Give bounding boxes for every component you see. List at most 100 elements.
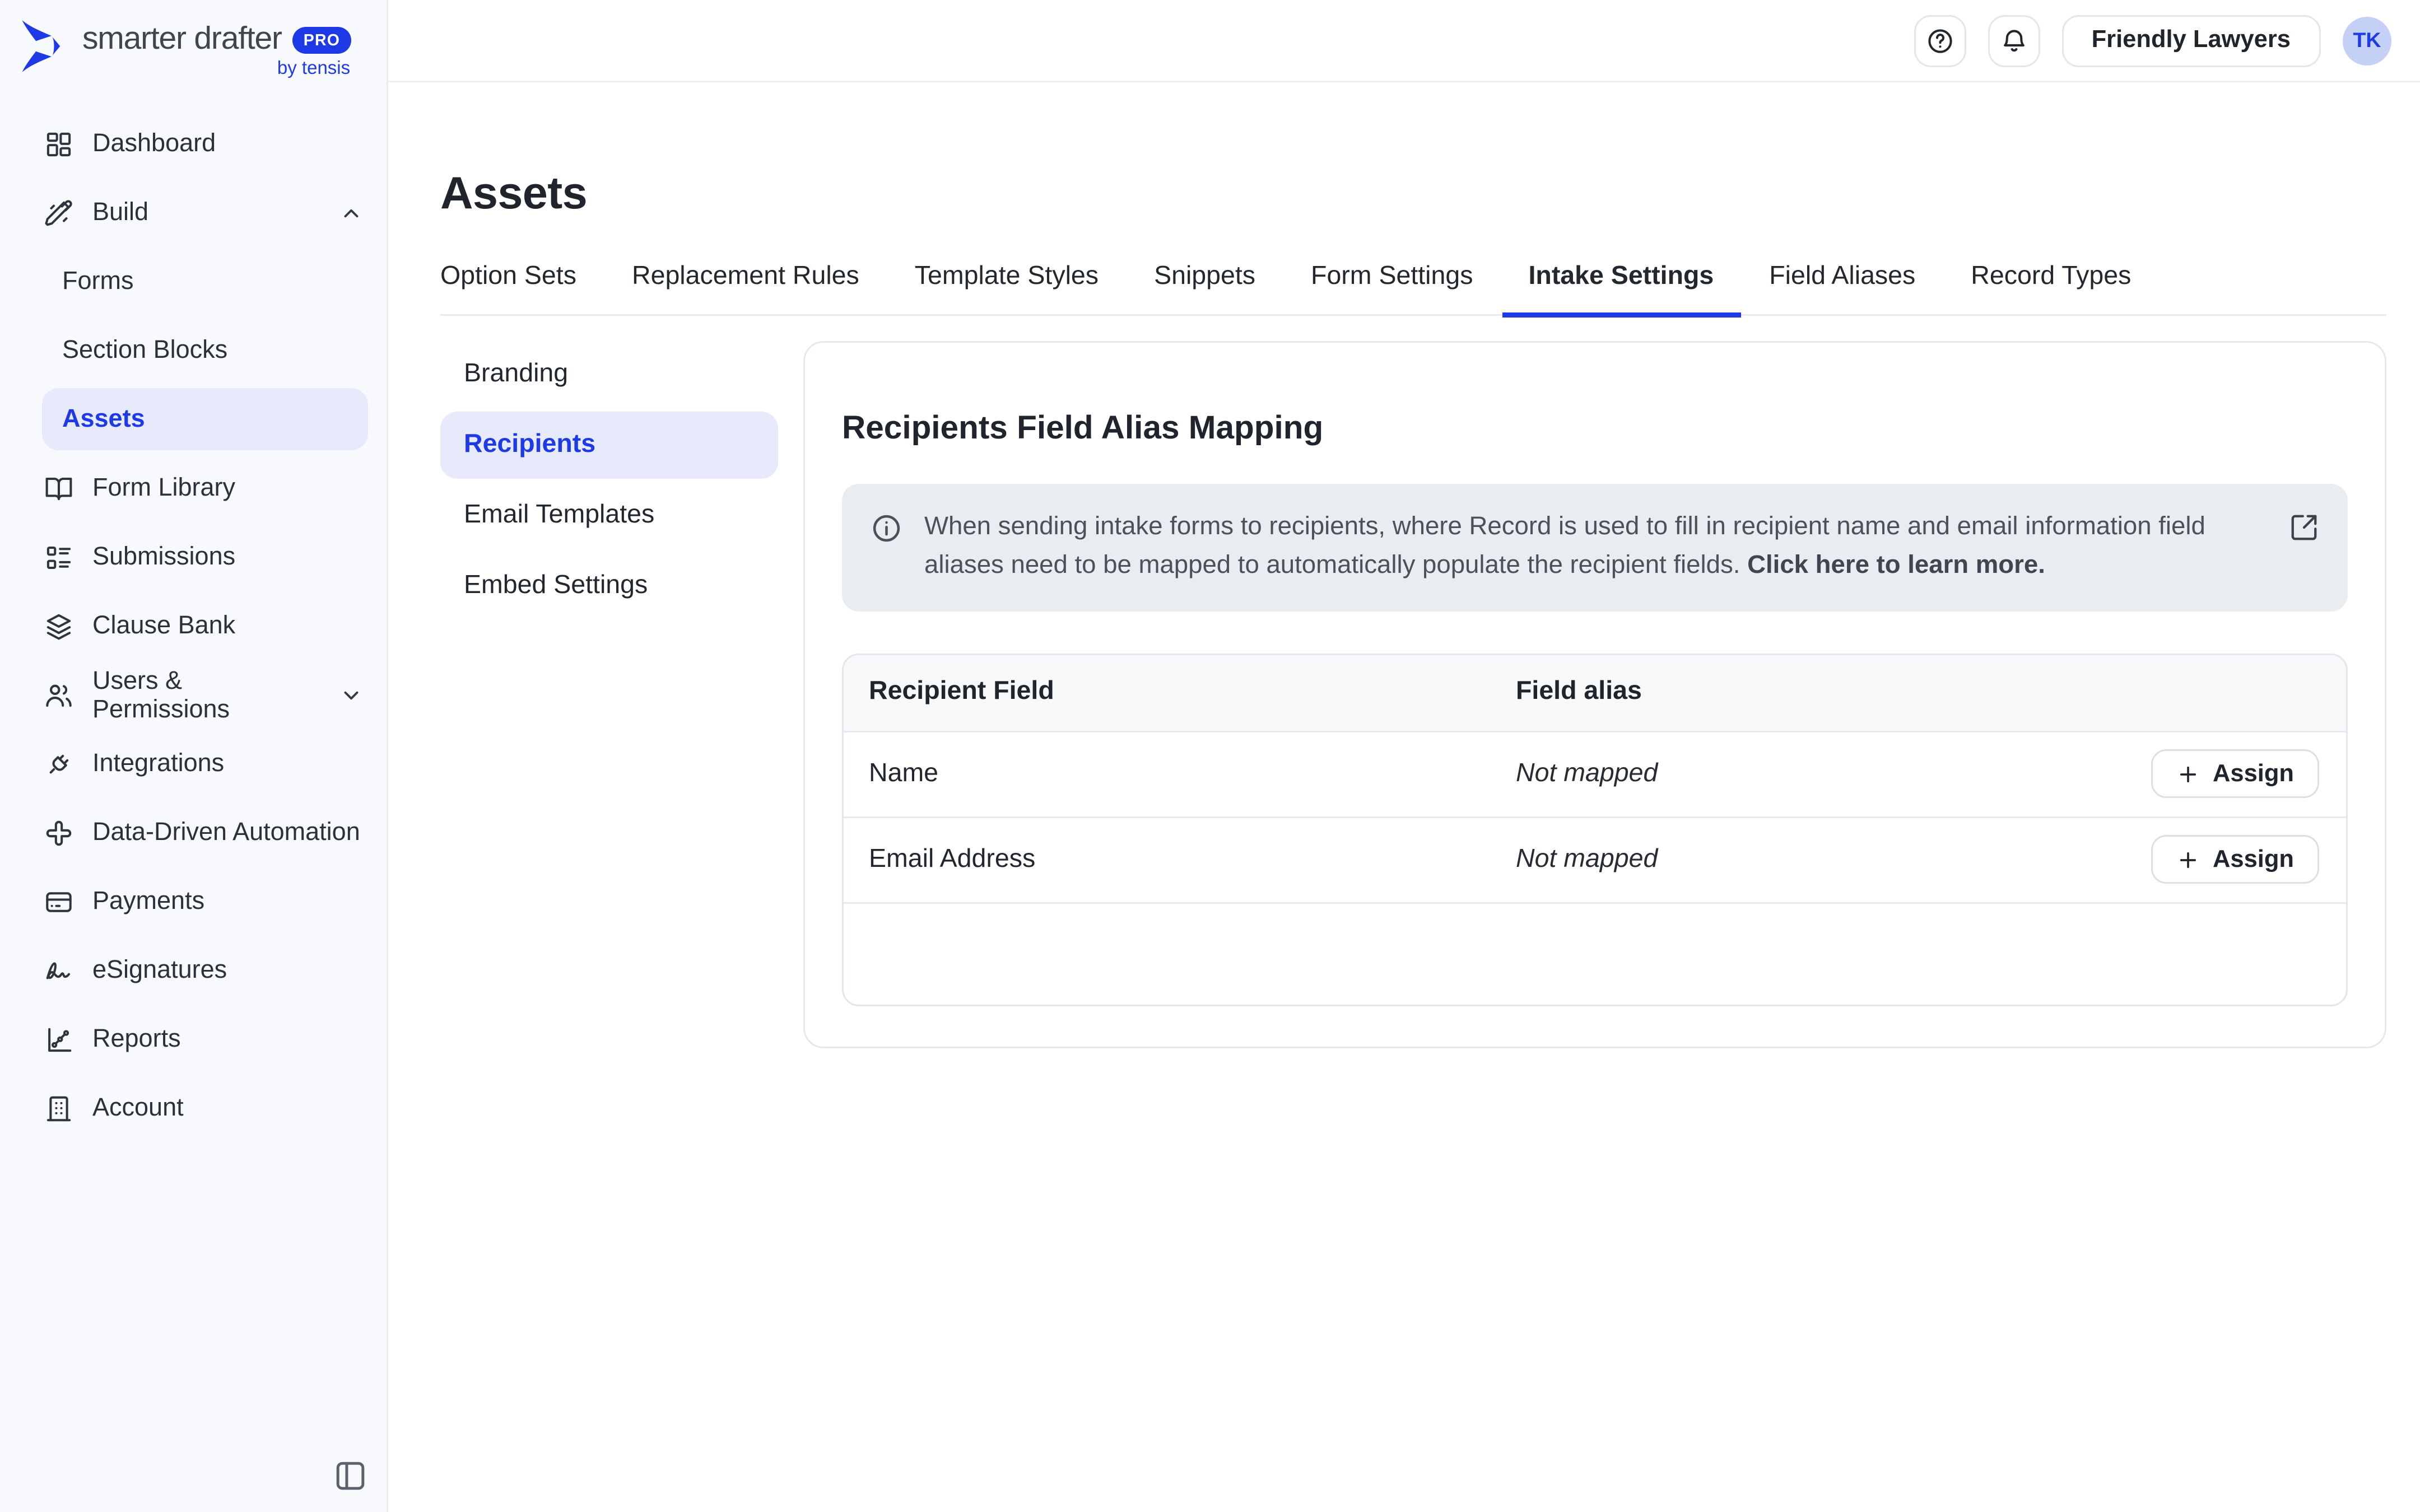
learn-more-link[interactable]: Click here to learn more. bbox=[1747, 551, 2045, 580]
info-icon bbox=[871, 513, 902, 545]
automation-icon bbox=[44, 818, 74, 848]
tab-intake-settings[interactable]: Intake Settings bbox=[1529, 262, 1714, 314]
sidebar-item-form-library[interactable]: Form Library bbox=[0, 454, 387, 522]
tab-option-sets[interactable]: Option Sets bbox=[440, 262, 576, 314]
sidebar-footer bbox=[0, 1458, 387, 1512]
sidebar-item-account[interactable]: Account bbox=[0, 1074, 387, 1142]
brand-name: smarter drafter bbox=[82, 22, 282, 59]
brand-byline: by tensis bbox=[277, 59, 350, 79]
sidebar-item-label: eSignatures bbox=[92, 956, 227, 984]
tab-template-styles[interactable]: Template Styles bbox=[915, 262, 1099, 314]
sidebar-item-forms[interactable]: Forms bbox=[42, 250, 368, 312]
table-empty-row bbox=[844, 904, 2346, 1005]
intake-settings-body: Branding Recipients Email Templates Embe… bbox=[440, 341, 2386, 1048]
alias-mapping-table: Recipient Field Field alias Name Not map… bbox=[842, 654, 2348, 1006]
sidebar-item-label: Form Library bbox=[92, 474, 235, 502]
table-row: Email Address Not mapped Assign bbox=[844, 818, 2346, 904]
build-icon bbox=[44, 198, 74, 228]
subnav-item-email-templates[interactable]: Email Templates bbox=[440, 482, 778, 549]
building-icon bbox=[44, 1093, 74, 1123]
users-icon bbox=[44, 680, 74, 710]
organization-button[interactable]: Friendly Lawyers bbox=[2061, 15, 2321, 67]
plus-icon bbox=[2176, 848, 2199, 872]
recipient-field-cell: Email Address bbox=[844, 845, 1516, 875]
tab-record-types[interactable]: Record Types bbox=[1971, 262, 2131, 314]
column-header-field-alias: Field alias bbox=[1516, 678, 2346, 708]
tab-replacement-rules[interactable]: Replacement Rules bbox=[632, 262, 859, 314]
avatar[interactable]: TK bbox=[2343, 16, 2391, 65]
sidebar-item-assets[interactable]: Assets bbox=[42, 388, 368, 450]
sidebar-item-payments[interactable]: Payments bbox=[0, 867, 387, 936]
app-window: smarter drafter PRO by tensis Dashboard … bbox=[0, 0, 2420, 1512]
assign-button[interactable]: Assign bbox=[2151, 750, 2319, 799]
table-header-row: Recipient Field Field alias bbox=[844, 655, 2346, 732]
sidebar-item-label: Payments bbox=[92, 887, 204, 916]
recipient-field-cell: Name bbox=[844, 759, 1516, 790]
sidebar-item-label: Dashboard bbox=[92, 129, 216, 158]
sidebar-item-label: Assets bbox=[62, 405, 145, 433]
field-alias-cell: Not mapped bbox=[1516, 759, 2151, 790]
tab-bar: Option Sets Replacement Rules Template S… bbox=[440, 262, 2386, 316]
notifications-button[interactable] bbox=[1988, 15, 2040, 67]
sidebar-item-label: Integrations bbox=[92, 749, 224, 778]
sidebar-item-label: Forms bbox=[62, 267, 134, 296]
assign-button-label: Assign bbox=[2213, 761, 2294, 788]
help-button[interactable] bbox=[1914, 15, 1966, 67]
list-icon bbox=[44, 542, 74, 572]
panel-left-icon[interactable] bbox=[333, 1458, 368, 1494]
card-title: Recipients Field Alias Mapping bbox=[842, 410, 2348, 449]
tab-form-settings[interactable]: Form Settings bbox=[1311, 262, 1473, 314]
page-title: Assets bbox=[440, 168, 2386, 220]
sidebar-item-label: Submissions bbox=[92, 543, 235, 571]
plus-icon bbox=[2176, 763, 2199, 786]
field-alias-cell: Not mapped bbox=[1516, 845, 2151, 875]
sidebar-item-data-driven-automation[interactable]: Data-Driven Automation bbox=[0, 798, 387, 867]
credit-card-icon bbox=[44, 886, 74, 917]
subnav-item-recipients[interactable]: Recipients bbox=[440, 412, 778, 479]
sidebar-item-submissions[interactable]: Submissions bbox=[0, 522, 387, 591]
sidebar-nav: Dashboard Build Forms Section Blocks Ass… bbox=[0, 109, 387, 1142]
main-area: Friendly Lawyers TK Assets Option Sets R… bbox=[388, 0, 2420, 1512]
sidebar-item-label: Reports bbox=[92, 1025, 181, 1053]
sidebar-item-label: Account bbox=[92, 1094, 184, 1122]
sidebar-item-reports[interactable]: Reports bbox=[0, 1005, 387, 1074]
sidebar-item-clause-bank[interactable]: Clause Bank bbox=[0, 591, 387, 660]
chart-icon bbox=[44, 1024, 74, 1054]
sidebar-item-dashboard[interactable]: Dashboard bbox=[0, 109, 387, 178]
row-action: Assign bbox=[2151, 750, 2346, 799]
plug-icon bbox=[44, 749, 74, 779]
dashboard-icon bbox=[44, 129, 74, 159]
chevron-up-icon[interactable] bbox=[339, 201, 363, 225]
sidebar-item-label: Data-Driven Automation bbox=[92, 818, 360, 847]
sidebar-item-label: Section Blocks bbox=[62, 336, 227, 365]
subnav-item-branding[interactable]: Branding bbox=[440, 341, 778, 408]
sidebar-item-build[interactable]: Build bbox=[0, 178, 387, 247]
layers-icon bbox=[44, 611, 74, 641]
sidebar-item-label: Users & Permissions bbox=[92, 666, 321, 724]
topbar: Friendly Lawyers TK bbox=[388, 0, 2420, 82]
table-row: Name Not mapped Assign bbox=[844, 732, 2346, 818]
page-content: Assets Option Sets Replacement Rules Tem… bbox=[388, 82, 2420, 1512]
assign-button[interactable]: Assign bbox=[2151, 836, 2319, 884]
sidebar-item-users-permissions[interactable]: Users & Permissions bbox=[0, 660, 387, 729]
tab-snippets[interactable]: Snippets bbox=[1154, 262, 1255, 314]
sidebar-item-integrations[interactable]: Integrations bbox=[0, 729, 387, 798]
book-open-icon bbox=[44, 473, 74, 503]
row-action: Assign bbox=[2151, 836, 2346, 884]
sidebar-item-esignatures[interactable]: eSignatures bbox=[0, 936, 387, 1005]
sidebar: smarter drafter PRO by tensis Dashboard … bbox=[0, 0, 388, 1512]
subnav-item-embed-settings[interactable]: Embed Settings bbox=[440, 553, 778, 620]
info-text: When sending intake forms to recipients,… bbox=[924, 510, 2267, 586]
tab-field-aliases[interactable]: Field Aliases bbox=[1769, 262, 1915, 314]
recipients-mapping-card: Recipients Field Alias Mapping When send… bbox=[803, 341, 2386, 1048]
external-link-icon[interactable] bbox=[2289, 513, 2319, 543]
brand-text: smarter drafter PRO by tensis bbox=[82, 22, 352, 79]
sidebar-item-label: Clause Bank bbox=[92, 612, 235, 640]
sidebar-item-label: Build bbox=[92, 198, 148, 227]
assign-button-label: Assign bbox=[2213, 847, 2294, 874]
signature-icon bbox=[44, 955, 74, 986]
chevron-down-icon[interactable] bbox=[339, 683, 363, 707]
bell-icon bbox=[1999, 26, 2028, 55]
brand-logo[interactable]: smarter drafter PRO by tensis bbox=[0, 0, 387, 86]
sidebar-item-section-blocks[interactable]: Section Blocks bbox=[42, 319, 368, 381]
